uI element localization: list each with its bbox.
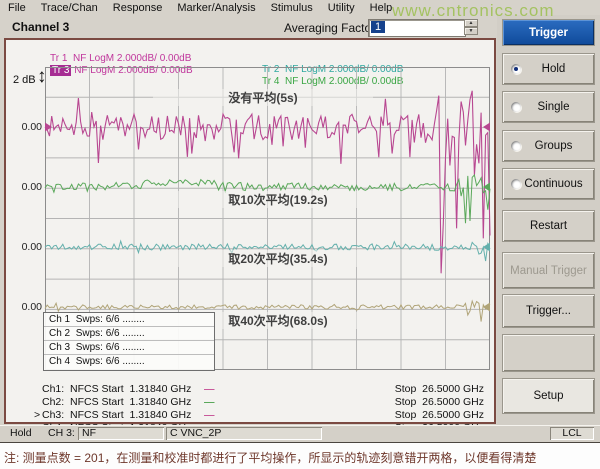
averaging-factor-spinner: ▲ ▼ xyxy=(464,19,478,35)
trigger-option-hold[interactable]: Hold xyxy=(502,53,595,85)
restart-button[interactable]: Restart xyxy=(502,210,595,242)
sweep-counter-box: Ch 1 Swps: 6/6 ........ Ch 2 Swps: 6/6 .… xyxy=(43,312,215,371)
channel-title: Channel 3 xyxy=(12,20,69,34)
annotation-no-averaging: 没有平均(5s) xyxy=(153,89,373,106)
graticule: 没有平均(5s) 取10次平均(19.2s) 取20次平均(35.4s) 取40… xyxy=(45,67,490,370)
status-bar: Hold CH 3: NF C VNC_2P LCL xyxy=(0,425,600,444)
manual-trigger-button: Manual Trigger xyxy=(502,252,595,289)
setup-button[interactable]: Setup xyxy=(502,378,595,414)
stimulus-row-ch2: Ch2:NFCS Start 1.31840 GHz—Stop 26.5000 … xyxy=(8,383,490,396)
ref-level-label-4: 0.00 xyxy=(12,301,42,313)
menu-item-utility[interactable]: Utility xyxy=(328,2,355,14)
spinner-down-icon[interactable]: ▼ xyxy=(464,27,478,35)
stimulus-summary: Ch1:NFCS Start 1.31840 GHz—Stop 26.5000 … xyxy=(8,370,490,422)
stimulus-row-ch3: >Ch3:NFCS Start 1.31840 GHz—Stop 26.5000… xyxy=(8,396,490,409)
status-channel: CH 3: xyxy=(48,427,75,440)
menu-item-stimulus[interactable]: Stimulus xyxy=(271,2,313,14)
app-window: File Trace/Chan Response Marker/Analysis… xyxy=(0,0,600,441)
trace-legend-row-2: Tr 3 NF LogM 2.000dB/ 0.00dB Tr 4 NF Log… xyxy=(6,54,490,66)
annotation-10-averages: 取10次平均(19.2s) xyxy=(168,191,388,208)
trace-legend-row-1: Tr 1 NF LogM 2.000dB/ 0.00dB Tr 2 NF Log… xyxy=(6,42,490,54)
ref-level-label-2: 0.00 xyxy=(12,181,42,193)
annotation-20-averages: 取20次平均(35.4s) xyxy=(168,250,388,267)
trigger-option-continuous[interactable]: Continuous xyxy=(502,168,595,200)
sweep-counter-ch1: Ch 1 Swps: 6/6 ........ xyxy=(44,313,214,327)
radio-icon xyxy=(511,102,521,112)
vna-screen: File Trace/Chan Response Marker/Analysis… xyxy=(0,0,600,469)
watermark-text: www.cntronics.com xyxy=(392,1,554,21)
trigger-menu-header[interactable]: Trigger xyxy=(502,19,595,46)
status-measurement: NF xyxy=(78,427,164,440)
ref-level-label-3: 0.00 xyxy=(12,241,42,253)
status-message: C VNC_2P xyxy=(166,427,322,440)
status-lcl: LCL xyxy=(550,427,594,440)
trigger-option-single[interactable]: Single xyxy=(502,91,595,123)
sweep-counter-ch4: Ch 4 Swps: 6/6 ........ xyxy=(44,355,214,368)
status-mode: Hold xyxy=(10,427,32,440)
menu-item-trace-chan[interactable]: Trace/Chan xyxy=(41,2,98,14)
softkey-sidebar: Trigger Hold Single Groups Continuous Re… xyxy=(497,15,600,425)
footnote-text: 注: 测量点数 = 201，在测量和校准时都进行了平均操作，所显示的轨迹刻意错开… xyxy=(4,449,536,466)
trigger-dialog-button[interactable]: Trigger... xyxy=(502,294,595,328)
menu-item-response[interactable]: Response xyxy=(113,2,163,14)
scale-per-div-label: 2 dB xyxy=(13,74,36,86)
stimulus-row-ch1: Ch1:NFCS Start 1.31840 GHz—Stop 26.5000 … xyxy=(8,370,490,383)
ref-level-label-1: 0.00 xyxy=(12,121,42,133)
menu-item-file[interactable]: File xyxy=(8,2,26,14)
sweep-counter-ch3: Ch 3 Swps: 6/6 ........ xyxy=(44,341,214,355)
footer-note-area: 注: 测量点数 = 201，在测量和校准时都进行了平均操作，所显示的轨迹刻意错开… xyxy=(0,443,600,469)
stimulus-row-ch4: Ch4:NFCS Start 1.31840 GHz—Stop 26.5000 … xyxy=(8,409,490,422)
menu-item-marker-analysis[interactable]: Marker/Analysis xyxy=(177,2,255,14)
averaging-factor-value: 1 xyxy=(371,21,385,33)
radio-selected-icon xyxy=(511,64,521,74)
blank-softkey[interactable] xyxy=(502,334,595,372)
radio-icon xyxy=(511,141,521,151)
trigger-option-groups[interactable]: Groups xyxy=(502,130,595,162)
averaging-factor-input[interactable]: 1 xyxy=(368,19,466,37)
plot-area: Tr 1 NF LogM 2.000dB/ 0.00dB Tr 2 NF Log… xyxy=(4,38,496,424)
radio-icon xyxy=(511,179,521,189)
sweep-counter-ch2: Ch 2 Swps: 6/6 ........ xyxy=(44,327,214,341)
menu-item-help[interactable]: Help xyxy=(370,2,393,14)
averaging-factor-label: Averaging Factor xyxy=(284,21,375,35)
